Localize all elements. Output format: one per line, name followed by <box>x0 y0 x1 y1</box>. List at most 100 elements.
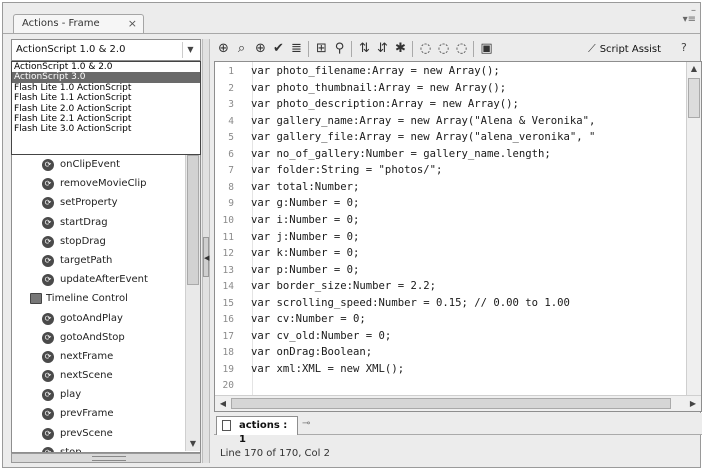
line-number: 11 <box>222 231 234 243</box>
code-line[interactable]: 8 var total:Number; <box>215 179 685 196</box>
scroll-left-icon[interactable]: ◀ <box>216 397 230 410</box>
scroll-down-icon[interactable]: ▼ <box>187 437 199 451</box>
code-line[interactable]: 17 var cv_old:Number = 0; <box>215 328 685 345</box>
toolbox-action-item[interactable]: ⟳ gotoAndPlay <box>12 309 200 328</box>
book-icon <box>30 293 42 305</box>
language-version-select[interactable]: ActionScript 1.0 & 2.0 ▼ <box>11 39 201 61</box>
remove-comment-icon[interactable]: ◌ <box>453 40 470 57</box>
code-line[interactable]: 15 var scrolling_speed:Number = 0.15; // … <box>215 295 685 312</box>
toolbox-action-item[interactable]: ⟳ prevFrame <box>12 404 200 423</box>
editor-horizontal-scrollbar[interactable]: ◀ ▶ <box>215 395 701 411</box>
toolbox-item-label: updateAfterEvent <box>60 274 148 286</box>
scrollbar-thumb[interactable] <box>187 155 199 285</box>
code-line[interactable]: 19 var xml:XML = new XML(); <box>215 361 685 378</box>
check-syntax-icon[interactable]: ✔ <box>270 40 287 57</box>
toolbox-scrollbar[interactable]: ▼ <box>185 155 200 451</box>
insert-target-path-icon[interactable]: ⊕ <box>252 40 269 57</box>
action-icon: ⟳ <box>42 197 54 210</box>
code-text: var total:Number; <box>251 180 360 193</box>
show-code-hint-icon[interactable]: ⊞ <box>313 40 330 57</box>
code-line[interactable]: 10 var i:Number = 0; <box>215 212 685 229</box>
code-line[interactable]: 7 var folder:String = "photos/"; <box>215 162 685 179</box>
code-text: var j:Number = 0; <box>251 230 360 243</box>
script-toolbar: ⊕ ⌕ ⊕ ✔ ≣ ⊞ ⚲ ⇅ ⇵ ✱ ◌ ◌ ◌ ▣ ⟋ Script Assi… <box>211 37 700 61</box>
wand-icon: ⟋ <box>588 42 596 55</box>
code-line[interactable]: 4 var gallery_name:Array = new Array("Ale… <box>215 113 685 130</box>
dropdown-option[interactable]: ActionScript 1.0 & 2.0 <box>12 62 200 72</box>
toolbox-action-item[interactable]: ⟳ startDrag <box>12 213 200 232</box>
close-icon[interactable]: × <box>128 17 137 30</box>
help-icon[interactable]: ? <box>681 40 695 56</box>
editor-vertical-scrollbar[interactable]: ▲ <box>686 62 701 395</box>
toolbox-action-item[interactable]: ⟳ onClipEvent <box>12 155 200 174</box>
panel-menu-icon[interactable]: – ▾≡ <box>683 6 696 25</box>
scroll-up-icon[interactable]: ▲ <box>688 62 700 76</box>
code-line[interactable]: 20 <box>215 377 685 394</box>
expand-all-icon[interactable]: ✱ <box>392 40 409 57</box>
code-line[interactable]: 12 var k:Number = 0; <box>215 245 685 262</box>
code-line[interactable]: 9 var g:Number = 0; <box>215 195 685 212</box>
code-text: var p:Number = 0; <box>251 263 360 276</box>
code-line[interactable]: 5 var gallery_file:Array = new Array("ale… <box>215 129 685 146</box>
toolbox-action-item[interactable]: ⟳ stopDrag <box>12 232 200 251</box>
code-line[interactable]: 13 var p:Number = 0; <box>215 262 685 279</box>
code-line[interactable]: 18 var onDrag:Boolean; <box>215 344 685 361</box>
toolbox-action-item[interactable]: ⟳ stop <box>12 443 200 452</box>
collapse-toolbox-icon[interactable]: ◀ <box>203 237 209 277</box>
line-number: 6 <box>228 148 234 160</box>
grip-icon <box>92 456 126 461</box>
collapse-selection-icon[interactable]: ⇵ <box>374 40 391 57</box>
actions-toolbox: ActionScript 1.0 & 2.0 ▼ ActionScript 1.… <box>11 39 201 463</box>
panel-tab-actions-frame[interactable]: Actions - Frame × <box>13 14 144 34</box>
panel-tab-label: Actions - Frame <box>22 18 100 29</box>
script-editor[interactable]: 1 var photo_filename:Array = new Array();… <box>214 61 702 412</box>
show-hide-toolbox-icon[interactable]: ▣ <box>478 40 495 57</box>
scrollbar-thumb[interactable] <box>688 78 700 118</box>
dropdown-option[interactable]: Flash Lite 2.0 ActionScript <box>12 104 200 114</box>
apply-block-comment-icon[interactable]: ◌ <box>417 40 434 57</box>
add-item-icon[interactable]: ⊕ <box>215 40 232 57</box>
toolbox-action-item[interactable]: ⟳ targetPath <box>12 251 200 270</box>
code-text: var border_size:Number = 2.2; <box>251 280 436 293</box>
toolbox-action-item[interactable]: ⟳ play <box>12 385 200 404</box>
code-line[interactable]: 6 var no_of_gallery:Number = gallery_name… <box>215 146 685 163</box>
toolbox-action-item[interactable]: ⟳ setProperty <box>12 193 200 212</box>
toolbox-action-item[interactable]: ⟳ nextFrame <box>12 347 200 366</box>
script-assist-button[interactable]: ⟋ Script Assist <box>588 40 672 58</box>
code-line[interactable]: 16 var cv:Number = 0; <box>215 311 685 328</box>
toolbox-action-item[interactable]: ⟳ updateAfterEvent <box>12 270 200 289</box>
dropdown-option-highlighted[interactable]: ActionScript 3.0 <box>12 72 200 83</box>
debug-options-icon[interactable]: ⚲ <box>331 40 348 57</box>
code-line[interactable]: 3 var photo_description:Array = new Array… <box>215 96 685 113</box>
script-tab-actions[interactable]: actions : 1 <box>216 416 298 445</box>
scrollbar-thumb[interactable] <box>231 398 671 409</box>
action-icon: ⟳ <box>42 159 54 171</box>
dropdown-option[interactable]: Flash Lite 2.1 ActionScript <box>12 114 200 124</box>
toolbox-item-label: startDrag <box>60 216 108 228</box>
auto-format-icon[interactable]: ≣ <box>288 40 305 57</box>
collapse-between-braces-icon[interactable]: ⇅ <box>356 40 373 57</box>
scroll-right-icon[interactable]: ▶ <box>686 397 700 410</box>
toolbox-action-item[interactable]: ⟳ removeMovieClip <box>12 174 200 193</box>
toolbox-action-item[interactable]: ⟳ prevScene <box>12 424 200 443</box>
toolbox-resize-handle[interactable] <box>11 453 201 463</box>
dropdown-option[interactable]: Flash Lite 1.0 ActionScript <box>12 83 200 93</box>
apply-line-comment-icon[interactable]: ◌ <box>435 40 452 57</box>
code-line[interactable]: 1 var photo_filename:Array = new Array(); <box>215 63 685 80</box>
panel-splitter[interactable]: ◀ <box>202 39 210 463</box>
find-icon[interactable]: ⌕ <box>233 40 250 57</box>
chevron-down-icon[interactable]: ▼ <box>182 42 198 58</box>
code-line[interactable]: 2 var photo_thumbnail:Array = new Array()… <box>215 80 685 97</box>
toolbox-action-item[interactable]: ⟳ gotoAndStop <box>12 328 200 347</box>
panel-titlebar: Actions - Frame × – ▾≡ <box>3 3 700 34</box>
dropdown-option[interactable]: Flash Lite 3.0 ActionScript <box>12 124 200 134</box>
dropdown-option[interactable]: Flash Lite 1.1 ActionScript <box>12 93 200 103</box>
toolbox-item-label: nextScene <box>60 370 113 382</box>
code-text: var photo_description:Array = new Array(… <box>251 98 519 111</box>
code-line[interactable]: 11 var j:Number = 0; <box>215 229 685 246</box>
toolbox-action-item[interactable]: ⟳ nextScene <box>12 366 200 385</box>
pin-script-icon[interactable]: ⊸ <box>302 418 310 429</box>
toolbox-item-label: Timeline Control <box>46 293 128 305</box>
code-line[interactable]: 14 var border_size:Number = 2.2; <box>215 278 685 295</box>
toolbox-category[interactable]: Timeline Control <box>12 289 200 308</box>
